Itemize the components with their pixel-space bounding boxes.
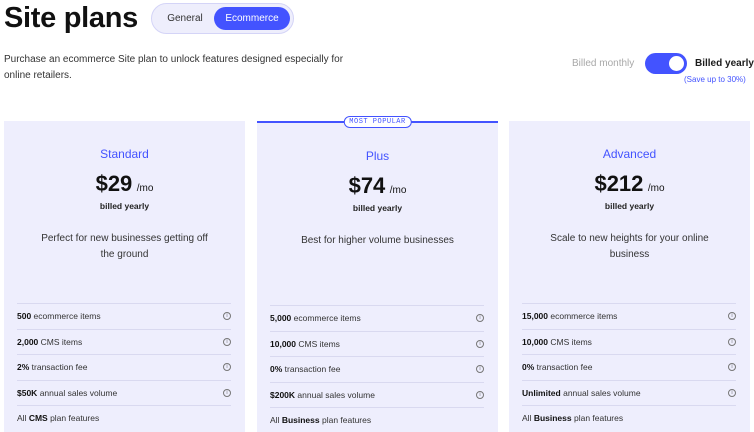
plan-type-switcher: General Ecommerce [151,3,294,34]
plan-price: $212 /mo [509,171,750,197]
plan-card-standard: Standard $29 /mo billed yearly Perfect f… [4,121,245,432]
info-icon[interactable]: i [223,312,231,321]
info-icon[interactable]: i [476,314,484,323]
billed-note: billed yearly [352,203,403,213]
tab-ecommerce[interactable]: Ecommerce [214,7,290,30]
info-icon[interactable]: i [728,388,736,397]
info-icon[interactable]: i [476,339,484,348]
feature-row: 0% transaction fee i [522,354,736,380]
info-icon[interactable]: i [223,363,231,372]
info-icon[interactable]: i [728,337,736,346]
info-icon[interactable]: i [476,390,484,399]
save-note: (Save up to 30%) [684,75,746,84]
info-icon[interactable]: i [223,337,231,346]
feature-row: 500 ecommerce items i [17,303,231,329]
plan-description: Best for higher volume businesses [301,235,454,246]
feature-list: 500 ecommerce items i 2,000 CMS items i 2%… [17,303,231,431]
feature-row: 2% transaction fee i [17,354,231,380]
feature-row: All CMS plan features [17,405,231,431]
feature-list: 5,000 ecommerce items i 10,000 CMS items i… [270,305,484,432]
feature-row: 5,000 ecommerce items i [270,305,484,331]
feature-row: 15,000 ecommerce items i [522,303,736,329]
billed-yearly-label[interactable]: Billed yearly [695,58,754,69]
feature-row: Unlimited annual sales volume i [522,379,736,406]
most-popular-badge: MOST POPULAR [343,116,412,128]
price-amount: $212 [594,171,644,196]
plan-price: $74 /mo [257,173,498,199]
feature-row: $50K annual sales volume i [17,379,231,406]
plan-price: $29 /mo [4,171,245,197]
billing-toggle[interactable] [645,53,687,74]
plan-name: Plus [365,149,390,163]
price-period: /mo [136,183,154,194]
plan-card-advanced: Advanced $212 /mo billed yearly Scale to… [509,121,750,432]
feature-row: 2,000 CMS items i [17,328,231,355]
plan-name: Standard [100,147,149,161]
page-title: Site plans [4,2,138,34]
info-icon[interactable]: i [476,365,484,374]
feature-row: 10,000 CMS items i [270,330,484,357]
feature-row: 0% transaction fee i [270,356,484,382]
price-amount: $29 [95,171,133,196]
billed-note: billed yearly [99,201,150,211]
plan-description: Perfect for new businesses getting off t… [41,233,208,260]
plan-name: Advanced [602,147,657,161]
plan-description: Scale to new heights for your online bus… [550,233,709,260]
billed-monthly-label[interactable]: Billed monthly [572,58,634,69]
info-icon[interactable]: i [728,363,736,372]
toggle-knob [669,56,684,71]
price-period: /mo [647,183,665,194]
feature-row: All Business plan features [522,405,736,431]
billed-note: billed yearly [604,201,655,211]
feature-row: All Business plan features [270,407,484,432]
info-icon[interactable]: i [223,388,231,397]
price-period: /mo [389,185,407,196]
tab-general[interactable]: General [156,7,214,30]
plan-card-plus: MOST POPULAR Plus $74 /mo billed yearly … [257,116,498,432]
info-icon[interactable]: i [728,312,736,321]
feature-row: $200K annual sales volume i [270,381,484,408]
feature-list: 15,000 ecommerce items i 10,000 CMS items… [522,303,736,431]
intro-text: Purchase an ecommerce Site plan to unloc… [4,54,344,81]
price-amount: $74 [348,173,386,198]
feature-row: 10,000 CMS items i [522,328,736,355]
